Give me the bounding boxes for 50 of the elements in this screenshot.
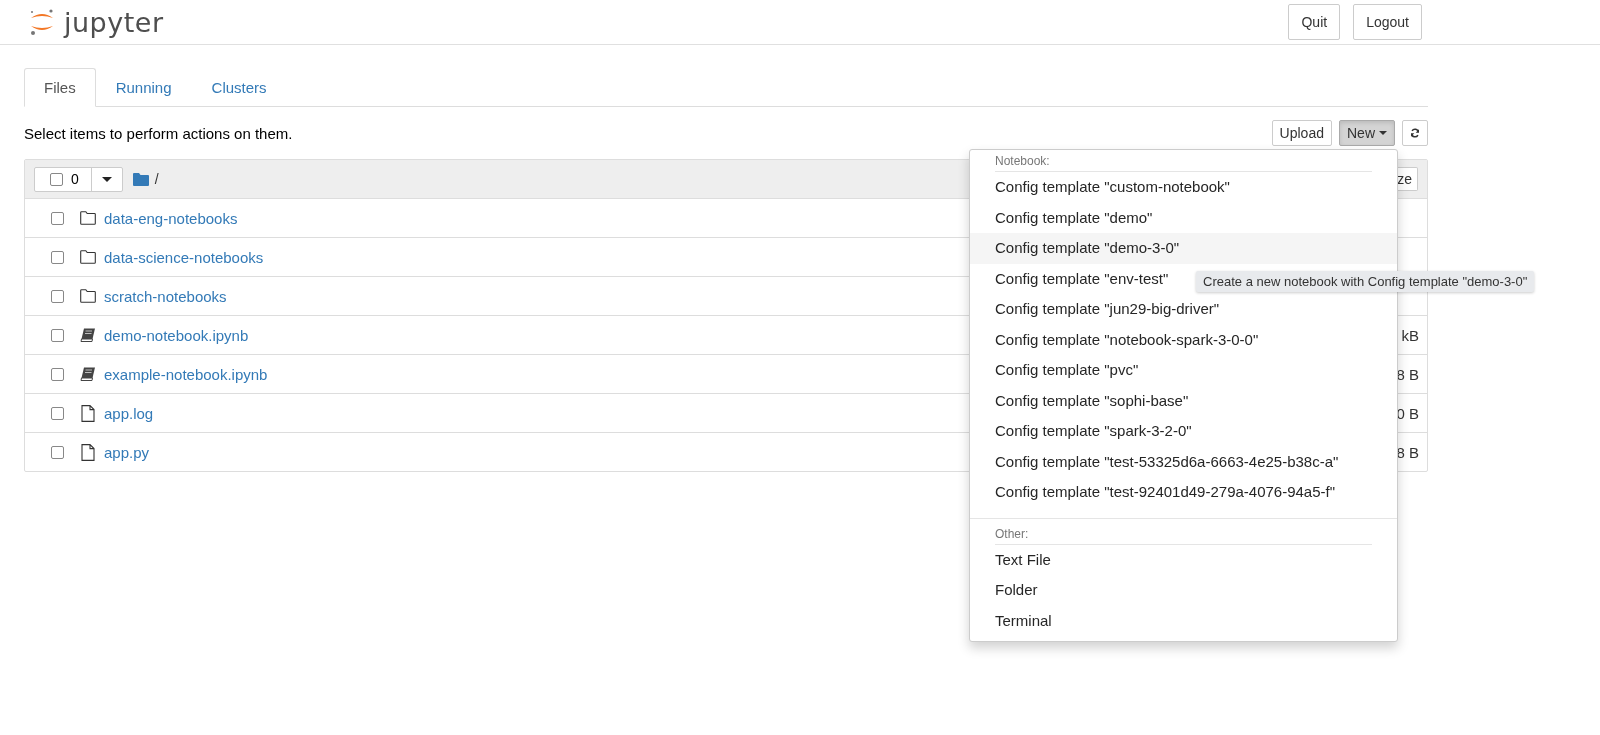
tab[interactable]: Files bbox=[24, 68, 96, 107]
row-checkbox[interactable] bbox=[51, 445, 64, 459]
refresh-icon bbox=[1410, 127, 1420, 139]
file-name-link[interactable]: app.py bbox=[104, 443, 150, 461]
folder-icon bbox=[80, 250, 96, 264]
file-name-link[interactable]: data-eng-notebooks bbox=[104, 209, 238, 227]
refresh-button[interactable] bbox=[1402, 120, 1428, 146]
row-checkbox[interactable] bbox=[51, 367, 64, 381]
logo-wordmark: jupyter bbox=[64, 8, 164, 36]
file-size: kB bbox=[1401, 326, 1419, 344]
menu-item[interactable]: Config template "sophi-base" bbox=[970, 385, 1397, 416]
row-checkbox[interactable] bbox=[51, 328, 64, 342]
row-checkbox[interactable] bbox=[51, 211, 64, 225]
menu-item[interactable]: Config template "test-92401d49-279a-4076-94a5-f" bbox=[970, 477, 1397, 508]
folder-icon bbox=[80, 211, 96, 225]
menu-item[interactable]: Terminal bbox=[970, 605, 1397, 636]
file-icon bbox=[80, 404, 96, 422]
file-icon bbox=[80, 443, 96, 461]
header-button[interactable]: Logout bbox=[1353, 4, 1422, 40]
file-name-link[interactable]: demo-notebook.ipynb bbox=[104, 326, 249, 344]
row-checkbox[interactable] bbox=[51, 250, 64, 264]
file-name-link[interactable]: data-science-notebooks bbox=[104, 248, 264, 266]
menu-item[interactable]: Folder bbox=[970, 575, 1397, 606]
menu-item[interactable]: Config template "test-53325d6a-6663-4e25-b38c-a" bbox=[970, 446, 1397, 477]
menu-section-heading: Notebook: bbox=[994, 153, 1051, 170]
tab[interactable]: Clusters bbox=[191, 68, 287, 107]
menu-item[interactable]: Config template "spark-3-2-0" bbox=[970, 416, 1397, 447]
tooltip: Create a new notebook with Config template "demo-3-0" bbox=[1196, 271, 1535, 292]
new-button[interactable]: New bbox=[1339, 120, 1395, 146]
menu-item[interactable]: Config template "demo" bbox=[970, 202, 1397, 233]
book-icon bbox=[80, 367, 96, 381]
folder-icon bbox=[132, 172, 149, 186]
folder-icon bbox=[80, 289, 96, 303]
menu-item[interactable]: Text File bbox=[970, 544, 1397, 575]
menu-item[interactable]: Config template "demo-3-0" bbox=[970, 233, 1397, 264]
menu-section-heading: Other: bbox=[994, 525, 1030, 543]
upload-button[interactable]: Upload bbox=[1271, 120, 1332, 146]
header-button[interactable]: Quit bbox=[1288, 4, 1341, 40]
row-checkbox[interactable] bbox=[51, 406, 64, 420]
breadcrumb-path[interactable]: / bbox=[154, 171, 159, 187]
menu-item[interactable]: Config template "jun29-big-driver" bbox=[970, 294, 1397, 325]
file-name-link[interactable]: app.log bbox=[104, 404, 154, 422]
instruction-text: Select items to perform actions on them. bbox=[24, 124, 293, 142]
file-name-link[interactable]: scratch-notebooks bbox=[104, 287, 227, 305]
file-name-link[interactable]: example-notebook.ipynb bbox=[104, 365, 268, 383]
menu-item[interactable]: Config template "pvc" bbox=[970, 355, 1397, 386]
menu-item[interactable]: Config template "notebook-spark-3-0-0" bbox=[970, 324, 1397, 355]
book-icon bbox=[80, 328, 96, 342]
tab[interactable]: Running bbox=[95, 68, 192, 107]
row-checkbox[interactable] bbox=[51, 289, 64, 303]
